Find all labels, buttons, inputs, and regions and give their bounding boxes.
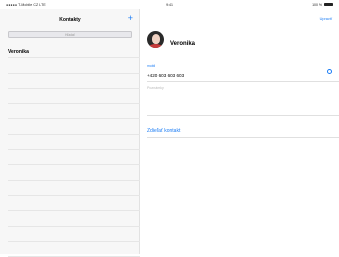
edit-button[interactable]: Upraviť (320, 17, 332, 21)
share-contact-button[interactable]: Zdieľať kontakt (147, 128, 180, 134)
contacts-sidebar: Kontakty + Hľadať Veronika (0, 9, 140, 257)
phone-label: mobil (147, 64, 156, 68)
list-item-contact[interactable]: Veronika (8, 43, 140, 59)
empty-list-row (8, 211, 140, 227)
status-time: 9:41 (166, 3, 173, 7)
empty-list-row (8, 89, 140, 105)
phone-number[interactable]: +420 603 603 603 (147, 73, 184, 78)
contact-detail: Upraviť Veronika mobil +420 603 603 603 … (140, 9, 339, 254)
empty-list-row (8, 119, 140, 135)
battery-icon (324, 2, 333, 7)
sidebar-title: Kontakty (59, 17, 81, 23)
empty-list-row (8, 227, 140, 242)
divider (147, 137, 339, 138)
avatar-face (151, 34, 160, 44)
contact-name: Veronika (170, 41, 196, 47)
empty-list-row (8, 135, 140, 151)
empty-list-row (8, 165, 140, 181)
empty-list-row (8, 58, 140, 74)
notes-field[interactable]: Poznámky (147, 86, 164, 90)
battery-percentage: 100 % (312, 2, 322, 7)
divider (147, 81, 339, 82)
divider (147, 115, 339, 116)
empty-list-row (8, 242, 140, 257)
add-contact-button[interactable]: + (128, 14, 133, 23)
empty-list-row (8, 74, 140, 89)
avatar (147, 31, 164, 48)
battery-status: 100 % (312, 3, 333, 7)
empty-list-row (8, 196, 140, 212)
message-icon[interactable] (327, 69, 332, 74)
empty-list-row (8, 181, 140, 196)
status-bar: ●●●●● T-Mobile CZ LTE 9:41 100 % (0, 0, 339, 9)
empty-list-row (8, 150, 140, 166)
empty-list-row (8, 104, 140, 120)
contacts-list: Veronika (0, 43, 140, 257)
avatar-shirt (149, 43, 162, 48)
search-input[interactable]: Hľadať (8, 31, 132, 38)
